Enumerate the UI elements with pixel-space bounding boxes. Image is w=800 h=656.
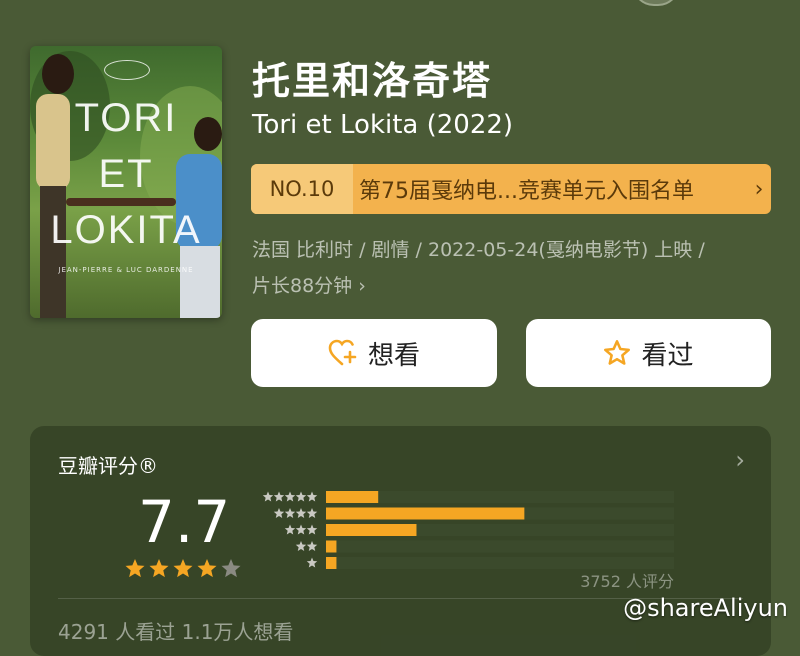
star-empty-icon bbox=[221, 559, 241, 578]
mini-star-icon bbox=[306, 524, 318, 535]
watched-button[interactable]: 看过 bbox=[526, 319, 771, 387]
rating-score: 7.7 bbox=[138, 488, 231, 556]
meta-line-1: 法国 比利时 / 剧情 / 2022-05-24(戛纳电影节) 上映 / bbox=[252, 239, 705, 261]
mini-star-icon bbox=[273, 508, 285, 518]
mini-star-icon bbox=[284, 524, 296, 535]
festival-laurel-icon bbox=[104, 60, 150, 80]
star-filled-icon bbox=[125, 559, 145, 578]
rating-bar-track bbox=[326, 540, 674, 553]
rating-bar-5-star bbox=[326, 491, 379, 503]
rating-bar-1-star bbox=[326, 557, 337, 569]
ranking-banner[interactable]: NO.10 第75届戛纳电...竞赛单元入围名单 › bbox=[251, 164, 771, 214]
mini-star-icon bbox=[306, 557, 318, 568]
chevron-right-icon: › bbox=[735, 446, 745, 474]
rating-count: 3752 人评分 bbox=[580, 572, 674, 591]
ranking-list-name: 第75届戛纳电...竞赛单元入围名单 bbox=[359, 179, 694, 204]
star-filled-icon bbox=[173, 559, 193, 578]
star-filled-icon bbox=[149, 559, 169, 578]
rating-stars bbox=[125, 559, 241, 578]
mini-star-icon bbox=[273, 491, 285, 502]
rating-bar-2-star bbox=[326, 540, 337, 553]
star-outline-icon bbox=[604, 340, 631, 365]
rating-bar-4-star bbox=[326, 507, 525, 520]
movie-meta[interactable]: 法国 比利时 / 剧情 / 2022-05-24(戛纳电影节) 上映 / 片长8… bbox=[252, 232, 772, 304]
star-filled-icon bbox=[197, 559, 217, 578]
watched-label: 看过 bbox=[641, 340, 694, 371]
mini-star-icon bbox=[284, 491, 296, 502]
poster-credits: JEAN-PIERRE & LUC DARDENNE bbox=[58, 266, 194, 274]
rating-title: 豆瓣评分® bbox=[58, 454, 158, 478]
chevron-right-icon: › bbox=[358, 275, 366, 297]
heart-plus-icon bbox=[328, 339, 357, 366]
mini-star-icon bbox=[306, 541, 318, 551]
poster-title-line-1: TORI bbox=[74, 96, 178, 140]
top-handle-circle bbox=[632, 0, 680, 6]
watch-stats: 4291 人看过 1.1万人想看 bbox=[58, 620, 294, 644]
mini-star-icon bbox=[295, 508, 307, 518]
rating-bar-3-star bbox=[326, 524, 417, 536]
movie-poster[interactable]: TORI ET LOKITA JEAN-PIERRE & LUC DARDENN… bbox=[30, 46, 222, 318]
chevron-right-icon: › bbox=[754, 176, 764, 202]
mini-star-icon bbox=[306, 491, 318, 502]
meta-line-2-wrap: 片长88分钟 › bbox=[252, 268, 772, 304]
movie-title: 托里和洛奇塔 bbox=[252, 59, 493, 103]
mini-star-icon bbox=[306, 508, 318, 518]
ranking-number: NO.10 bbox=[251, 164, 353, 214]
watermark: @shareAliyun bbox=[623, 594, 788, 622]
poster-title-line-2: ET bbox=[98, 152, 154, 196]
mini-star-icon bbox=[295, 541, 307, 551]
rating-bar-track bbox=[326, 491, 674, 503]
rating-distribution bbox=[262, 491, 674, 569]
mini-star-icon bbox=[295, 491, 307, 502]
want-to-watch-label: 想看 bbox=[367, 340, 420, 371]
meta-line-2: 片长88分钟 bbox=[252, 275, 353, 297]
poster-title-line-3: LOKITA bbox=[50, 208, 202, 252]
mini-star-icon bbox=[284, 508, 296, 518]
want-to-watch-button[interactable]: 想看 bbox=[251, 319, 497, 387]
mini-star-icon bbox=[295, 524, 307, 535]
mini-star-icon bbox=[262, 491, 274, 502]
movie-original-title: Tori et Lokita (2022) bbox=[252, 110, 514, 140]
